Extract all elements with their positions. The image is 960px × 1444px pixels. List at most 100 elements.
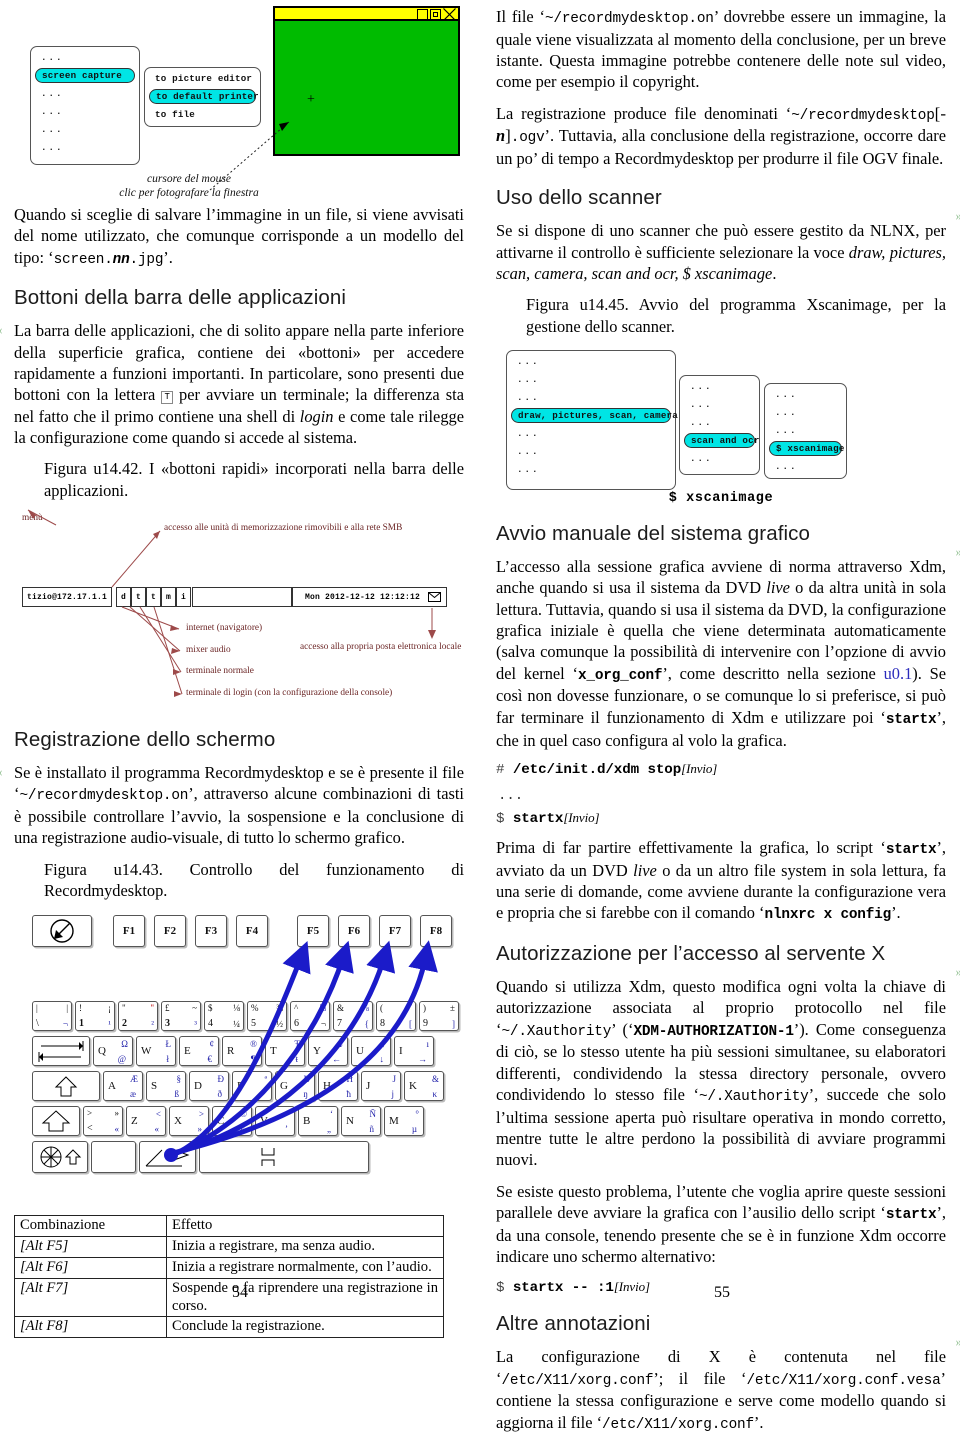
key-3[interactable]: £~3³ [161, 1001, 201, 1031]
key-less-greater[interactable]: >»<« [83, 1106, 123, 1136]
key-space[interactable] [199, 1141, 369, 1173]
key-r[interactable]: R®¶ [222, 1036, 262, 1066]
figure-taskbar: menù accesso alle unità di memorizzazion… [14, 509, 464, 724]
key-d[interactable]: DÐð [189, 1071, 229, 1101]
key-2[interactable]: ""2² [118, 1001, 158, 1031]
menu-item[interactable]: ... [35, 86, 135, 101]
menu-item[interactable]: ... [769, 405, 842, 420]
key-f6[interactable]: F6 [338, 915, 370, 947]
table-header-effetto: Effetto [167, 1216, 444, 1237]
menu-item[interactable]: ... [511, 354, 671, 369]
key-capslock[interactable] [32, 1071, 100, 1101]
key-f3[interactable]: F3 [195, 915, 227, 947]
key-f2[interactable]: F2 [154, 915, 186, 947]
alt-icon [140, 1142, 195, 1172]
margin-guillemet-icon: » [956, 964, 960, 980]
key-c[interactable]: C©¢ [212, 1106, 252, 1136]
key-f5[interactable]: F5 [297, 915, 329, 947]
menu-item[interactable]: ... [684, 415, 755, 430]
key-8[interactable]: (ˇ8[ [376, 1001, 416, 1031]
menu-item[interactable]: ... [511, 372, 671, 387]
scan-menu-panel-3: ... ... ... $ xscanimage ... [764, 383, 847, 479]
key-shift-left[interactable] [32, 1106, 80, 1136]
key-s[interactable]: S§ß [146, 1071, 186, 1101]
key-alt[interactable] [139, 1141, 196, 1173]
key-y[interactable]: Y¥← [308, 1036, 348, 1066]
envelope-icon[interactable] [428, 592, 441, 602]
key-f1[interactable]: F1 [113, 915, 145, 947]
minimize-icon[interactable] [417, 9, 428, 20]
menu-item[interactable]: ... [511, 462, 671, 477]
key-super[interactable] [91, 1141, 136, 1173]
key-i[interactable]: Iı→ [394, 1036, 434, 1066]
key-q[interactable]: QΩ@ [93, 1036, 133, 1066]
key-g[interactable]: GŊŋ [275, 1071, 315, 1101]
esc-key[interactable] [32, 915, 92, 947]
menu-item[interactable]: ... [769, 387, 842, 402]
margin-guillemet-icon: » [956, 1334, 960, 1350]
maximize-icon[interactable] [430, 9, 441, 20]
key-x[interactable]: X>» [169, 1106, 209, 1136]
key-f8[interactable]: F8 [420, 915, 452, 947]
key-m[interactable]: M°µ [384, 1106, 424, 1136]
key-h[interactable]: HĦħ [318, 1071, 358, 1101]
key-ctrl[interactable] [32, 1141, 88, 1173]
key-f[interactable]: Fª [232, 1071, 272, 1101]
menu-item-xscanimage[interactable]: $ xscanimage [769, 441, 842, 456]
key-f7[interactable]: F7 [379, 915, 411, 947]
table-header-row: Combinazione Effetto [15, 1216, 444, 1237]
key-w[interactable]: WŁł [136, 1036, 176, 1066]
menu-item[interactable]: ... [35, 140, 135, 155]
menu-item[interactable]: ... [684, 379, 755, 394]
menu-item[interactable]: ... [511, 426, 671, 441]
taskbar-label-internet: internet (navigatore) [186, 623, 262, 633]
key-a[interactable]: AÆæ [103, 1071, 143, 1101]
key-v[interactable]: V‘’ [255, 1106, 295, 1136]
menu-item[interactable]: ... [35, 50, 135, 65]
menu-item-to-default-printer[interactable]: to default printer [149, 89, 256, 104]
key-z[interactable]: Z<« [126, 1106, 166, 1136]
key-k[interactable]: K&κ [404, 1071, 444, 1101]
menu-item-to-picture-editor[interactable]: to picture editor [149, 71, 256, 86]
menu-item[interactable]: ... [35, 122, 135, 137]
key-e[interactable]: E¢€ [179, 1036, 219, 1066]
key-backslash[interactable]: ||\¬ [32, 1001, 72, 1031]
menu-item[interactable]: ... [769, 459, 842, 474]
taskbar-window-list[interactable] [192, 587, 292, 607]
menu-item[interactable]: ... [511, 444, 671, 459]
key-b[interactable]: B‘„ [298, 1106, 338, 1136]
key-n[interactable]: NÑñ [341, 1106, 381, 1136]
figure-caption-u1445: Figura u14.45. Avvio del programma Xscan… [496, 294, 946, 337]
menu-item[interactable]: ... [511, 390, 671, 405]
menu-item-draw-pictures-scan-camera[interactable]: draw, pictures, scan, camera [511, 408, 671, 423]
key-t[interactable]: TŦŧ [265, 1036, 305, 1066]
taskbar-button-d[interactable]: d [116, 587, 131, 607]
key-tab[interactable] [32, 1036, 90, 1066]
cross-reference-link[interactable]: u0.1 [884, 664, 913, 683]
taskbar-menu-button[interactable]: tizio@172.17.1.1 [22, 587, 112, 607]
taskbar-button-login-terminal[interactable]: i [176, 587, 191, 607]
space-icon [200, 1142, 368, 1172]
paragraph-scanner: Se si dispone di uno scanner che può ess… [496, 220, 946, 284]
menu-item[interactable]: ... [769, 423, 842, 438]
menu-item-to-file[interactable]: to file [149, 107, 256, 122]
key-5[interactable]: %⅜5½ [247, 1001, 287, 1031]
key-j[interactable]: JJj [361, 1071, 401, 1101]
key-u[interactable]: U↑↓ [351, 1036, 391, 1066]
close-icon[interactable] [443, 8, 456, 21]
key-9[interactable]: )±9] [419, 1001, 459, 1031]
key-1[interactable]: !¡1¹ [75, 1001, 115, 1031]
menu-item-scan-and-ocr[interactable]: scan and ocr [684, 433, 755, 448]
menu-item[interactable]: ... [35, 104, 135, 119]
key-f4[interactable]: F4 [236, 915, 268, 947]
menu-item[interactable]: ... [684, 397, 755, 412]
taskbar-button-terminal[interactable]: t [146, 587, 161, 607]
key-4[interactable]: $⅛4¼ [204, 1001, 244, 1031]
key-6[interactable]: ^⅝6¬ [290, 1001, 330, 1031]
taskbar-button-internet[interactable]: t [131, 587, 146, 607]
taskbar-clock: Mon 2012-12-12 12:12:12 [305, 593, 420, 602]
menu-item-screen-capture[interactable]: screen capture [35, 68, 135, 83]
taskbar-button-mixer[interactable]: m [161, 587, 176, 607]
key-7[interactable]: &⅞7{ [333, 1001, 373, 1031]
menu-item[interactable]: ... [684, 451, 755, 466]
